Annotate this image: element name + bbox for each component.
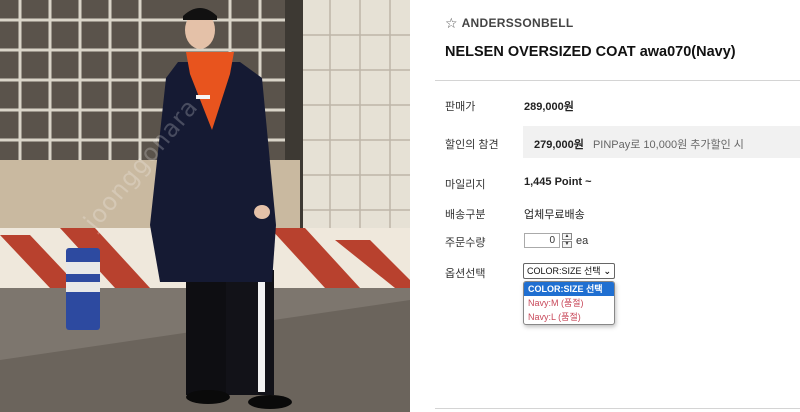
option-item[interactable]: COLOR:SIZE 선택 (524, 282, 614, 296)
shipping-value: 업체무료배송 (524, 209, 585, 221)
chevron-down-icon[interactable]: ⌄ (603, 264, 611, 278)
quantity-unit: ea (576, 234, 589, 247)
divider (435, 80, 800, 81)
product-photo-illustration (0, 0, 410, 412)
quantity-input[interactable]: 0 (524, 233, 560, 248)
option-item[interactable]: Navy:M (품절) (524, 296, 614, 310)
mileage-label: 마일리지 (445, 179, 486, 191)
discount-value: 279,000원 PINPay로 10,000원 추가할인 시 (534, 136, 744, 152)
quantity-stepper[interactable]: ▲ ▼ (562, 233, 572, 248)
discount-note: PINPay로 10,000원 추가할인 시 (592, 139, 744, 151)
triangle-down-icon[interactable]: ▼ (562, 241, 572, 248)
brand-row[interactable]: ☆ ANDERSSONBELL (445, 16, 573, 30)
price-value: 289,000원 (524, 101, 574, 113)
product-photo: joonggonara (0, 0, 410, 412)
quantity-control: 0 ▲ ▼ ea (524, 233, 588, 248)
option-item[interactable]: Navy:L (품절) (524, 310, 614, 324)
product-info-panel: ☆ ANDERSSONBELL NELSEN OVERSIZED COAT aw… (410, 0, 800, 412)
price-label: 판매가 (445, 101, 476, 113)
brand-name[interactable]: ANDERSSONBELL (462, 16, 574, 30)
option-label: 옵션선택 (445, 268, 486, 280)
option-select[interactable]: COLOR:SIZE 선택 ⌄ (523, 263, 615, 279)
quantity-label: 주문수량 (445, 237, 486, 249)
divider (435, 408, 800, 409)
product-title: NELSEN OVERSIZED COAT awa070(Navy) (445, 44, 736, 60)
star-outline-icon[interactable]: ☆ (445, 16, 458, 30)
option-dropdown: COLOR:SIZE 선택 Navy:M (품절) Navy:L (품절) (523, 281, 615, 325)
option-select-value: COLOR:SIZE 선택 (527, 266, 601, 276)
discount-price: 279,000원 (534, 139, 584, 151)
triangle-up-icon[interactable]: ▲ (562, 233, 572, 240)
shipping-label: 배송구분 (445, 209, 486, 221)
mileage-value: 1,445 Point ~ (524, 176, 592, 188)
discount-label: 할인의 참견 (445, 139, 499, 151)
